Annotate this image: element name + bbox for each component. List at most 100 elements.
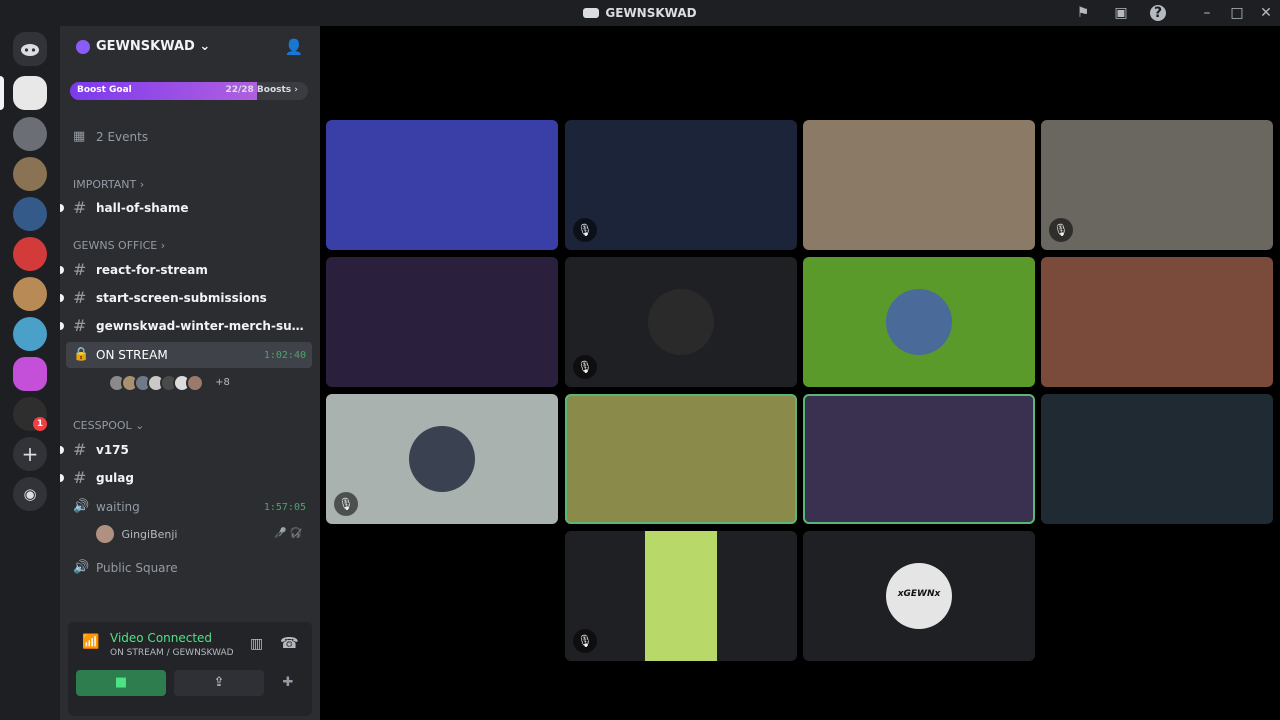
- minimize-icon[interactable]: –: [1198, 4, 1216, 22]
- channel-hall-of-shame[interactable]: # hall-of-shame: [60, 195, 312, 221]
- discover-compass-icon[interactable]: ◉: [13, 477, 47, 511]
- voice-member-avatars[interactable]: +8: [108, 372, 230, 392]
- channel-label: react-for-stream: [96, 263, 208, 277]
- avatar: [186, 373, 204, 392]
- channel-sidebar: GEWNSKWAD ⌄ 👤 Boost Goal 22/28 Boosts › …: [60, 26, 320, 720]
- channel-react-for-stream[interactable]: # react-for-stream: [60, 257, 312, 283]
- channel-start-screen-submissions[interactable]: # start-screen-submissions: [60, 285, 312, 311]
- calendar-icon: ▦: [73, 129, 86, 144]
- channel-gulag[interactable]: # gulag: [60, 465, 312, 491]
- server-gewnskwad[interactable]: [13, 76, 47, 110]
- invite-people-icon[interactable]: 👤: [284, 38, 304, 58]
- maximize-icon[interactable]: □: [1228, 4, 1246, 22]
- server-andii-skwad[interactable]: [13, 357, 47, 391]
- server-icon-3[interactable]: [13, 157, 47, 191]
- voice-channel-public-square[interactable]: 🔊 Public Square: [66, 555, 312, 581]
- video-tile[interactable]: [565, 394, 797, 524]
- voice-duration: 1:02:40: [263, 350, 306, 361]
- video-tile[interactable]: 🎙: [565, 120, 797, 250]
- text-channel-icon: #: [73, 198, 87, 217]
- screen-share-icon[interactable]: ▣: [1112, 4, 1130, 22]
- participant-avatar: [648, 289, 714, 355]
- channel-label: ON STREAM: [96, 348, 168, 362]
- noise-suppression-icon[interactable]: ▥: [250, 636, 263, 652]
- unread-indicator: [60, 266, 64, 274]
- video-tile[interactable]: [803, 257, 1035, 387]
- avatar-text: xGEWNx: [897, 589, 941, 599]
- unread-indicator: [60, 204, 64, 212]
- text-channel-icon: #: [73, 288, 87, 307]
- video-tile[interactable]: xGEWNx: [803, 531, 1035, 661]
- text-channel-icon: #: [73, 468, 87, 487]
- avatar: [96, 525, 114, 543]
- guild-badge-icon: [76, 40, 90, 54]
- video-tile[interactable]: 🎙: [565, 531, 797, 661]
- video-tile[interactable]: [1041, 394, 1273, 524]
- help-icon[interactable]: ?: [1150, 5, 1166, 21]
- video-tile[interactable]: 🎙: [565, 257, 797, 387]
- video-tile[interactable]: 🎙: [1041, 120, 1273, 250]
- add-server-icon[interactable]: +: [13, 437, 47, 471]
- video-tile[interactable]: [803, 394, 1035, 524]
- server-icon-6[interactable]: [13, 277, 47, 311]
- title-bar: GEWNSKWAD ⚑ ▣ ? – □ ✕: [0, 0, 1280, 26]
- speaker-icon: 🔊: [73, 499, 90, 514]
- channel-winter-merch[interactable]: # gewnskwad-winter-merch-submi...: [60, 313, 312, 339]
- voice-member-gingibenji[interactable]: GingiBenji: [96, 525, 178, 543]
- text-channel-icon: #: [73, 316, 87, 335]
- server-icon-5[interactable]: [13, 237, 47, 271]
- muted-deafened-icon: 🎤̸ 🎧̸: [274, 528, 303, 539]
- voice-duration: 1:57:05: [263, 502, 306, 513]
- voice-member-name: GingiBenji: [121, 527, 178, 541]
- portrait-video-feed: [645, 531, 717, 661]
- voice-channel-path[interactable]: ON STREAM / GEWNSKWAD: [110, 648, 234, 658]
- unread-indicator: [60, 322, 64, 330]
- voice-channel-on-stream[interactable]: 🔒 ON STREAM 1:02:40: [66, 342, 312, 368]
- close-icon[interactable]: ✕: [1257, 4, 1275, 22]
- channel-v175[interactable]: # v175: [60, 437, 312, 463]
- unread-indicator: [60, 446, 64, 454]
- activities-icon[interactable]: ✚: [272, 670, 304, 696]
- chevron-down-icon: ⌄: [199, 39, 211, 54]
- video-tile[interactable]: [326, 120, 558, 250]
- boost-goal-bar[interactable]: Boost Goal 22/28 Boosts ›: [70, 82, 308, 100]
- video-tile[interactable]: [803, 120, 1035, 250]
- window-title-text: GEWNSKWAD: [605, 6, 697, 20]
- server-icon-7[interactable]: [13, 317, 47, 351]
- video-tile[interactable]: 🎙: [326, 394, 558, 524]
- inbox-flag-icon[interactable]: ⚑: [1074, 4, 1092, 22]
- server-icon-2[interactable]: [13, 117, 47, 151]
- muted-mic-icon: 🎙: [573, 218, 597, 242]
- video-tile[interactable]: [1041, 257, 1273, 387]
- category-cesspool[interactable]: CESSPOOL ⌄: [73, 419, 144, 432]
- guild-header[interactable]: GEWNSKWAD ⌄ 👤: [60, 26, 320, 70]
- video-stage: 🎙 🎙 🎙 🎙 🎙 xGEWNx: [320, 26, 1280, 720]
- category-gewns-office[interactable]: GEWNS OFFICE ›: [73, 239, 165, 252]
- video-tile[interactable]: [326, 257, 558, 387]
- speaker-icon: 🔊: [73, 560, 90, 575]
- events-button[interactable]: ▦ 2 Events: [66, 124, 312, 150]
- camera-button[interactable]: ■: [76, 670, 166, 696]
- unread-indicator: [60, 474, 64, 482]
- more-members-count: +8: [215, 377, 230, 388]
- muted-mic-icon: 🎙: [1049, 218, 1073, 242]
- category-important[interactable]: IMPORTANT ›: [73, 178, 144, 191]
- guild-name[interactable]: GEWNSKWAD ⌄: [96, 39, 210, 54]
- muted-mic-icon: 🎙: [573, 355, 597, 379]
- channel-label: gulag: [96, 471, 134, 485]
- voice-channel-waiting[interactable]: 🔊 waiting 1:57:05: [66, 494, 312, 520]
- boost-goal-label: Boost Goal: [77, 85, 132, 95]
- disconnect-icon[interactable]: ☎: [280, 634, 299, 652]
- channel-label: Public Square: [96, 561, 178, 575]
- voice-status-title[interactable]: Video Connected: [110, 631, 212, 645]
- share-screen-button[interactable]: ⇪: [174, 670, 264, 696]
- server-icon-4[interactable]: [13, 197, 47, 231]
- active-server-pill: [0, 76, 4, 110]
- connection-signal-icon: 📶: [82, 634, 100, 650]
- text-channel-icon: #: [73, 260, 87, 279]
- channel-label: start-screen-submissions: [96, 291, 267, 305]
- channel-label: v175: [96, 443, 129, 457]
- discord-home-icon[interactable]: [13, 32, 47, 66]
- participant-avatar: xGEWNx: [886, 563, 952, 629]
- muted-mic-icon: 🎙: [573, 629, 597, 653]
